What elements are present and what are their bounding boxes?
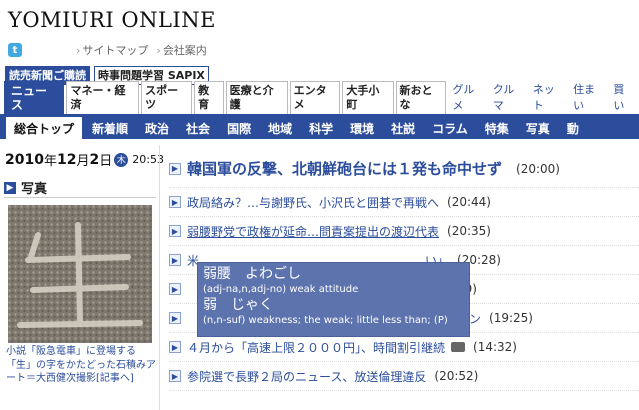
news-title[interactable]: 政局絡み？…与謝野氏、小沢氏と囲碁で再戦へ	[187, 194, 439, 211]
news-item[interactable]: ▶ 韓国軍の反撃、北朝鮮砲台には１発も命中せず (20:00)	[169, 150, 639, 188]
tab-money[interactable]: マネー・経済	[66, 81, 140, 114]
subnav-politics[interactable]: 政治	[145, 120, 169, 137]
bullet-arrow-icon: ▶	[169, 370, 181, 382]
weekday-badge: 木	[114, 152, 129, 167]
featured-photo[interactable]	[8, 205, 152, 343]
subnav-photo[interactable]: 写真	[526, 120, 550, 137]
subnav-science[interactable]: 科学	[309, 120, 333, 137]
column-divider	[159, 145, 160, 410]
arrow-icon: ›	[156, 43, 161, 57]
bullet-arrow-icon: ▶	[169, 162, 181, 175]
news-title[interactable]: 弱腰野党で政権が延命…問責案提出の渡辺代表	[187, 223, 439, 240]
popup-reading: じゃく	[231, 297, 273, 313]
company-info-link[interactable]: 会社案内	[163, 42, 207, 58]
tab-otona[interactable]: 新おとな	[395, 81, 447, 114]
camera-icon	[451, 342, 466, 352]
link-housing[interactable]: 住まい	[573, 82, 605, 114]
popup-entry-1: 弱腰 よわごし	[203, 266, 464, 283]
tab-medical[interactable]: 医療と介護	[225, 81, 288, 114]
news-time: (20:44)	[447, 195, 491, 209]
date-month: 12	[56, 151, 77, 168]
tab-news[interactable]: ニュース	[4, 81, 65, 114]
link-shopping[interactable]: 買い	[613, 82, 635, 114]
link-car[interactable]: クルマ	[493, 82, 525, 114]
news-item[interactable]: ▶ 参院選で長野２局のニュース、放送倫理違反 (20:52)	[169, 362, 639, 391]
tab-sports[interactable]: スポーツ	[141, 81, 193, 114]
tab-entertainment[interactable]: エンタメ	[289, 81, 341, 114]
link-net[interactable]: ネット	[533, 82, 565, 114]
popup-entry-2: 弱じゃく	[203, 297, 464, 314]
date-day: 2	[89, 151, 100, 168]
subnav-column[interactable]: コラム	[432, 120, 468, 137]
news-time: (19:25)	[489, 311, 533, 325]
subnav-editorial[interactable]: 社説	[391, 120, 415, 137]
news-time: (20:35)	[447, 224, 491, 238]
subnav-top[interactable]: 総合トップ	[6, 116, 83, 140]
bullet-arrow-icon: ▶	[169, 341, 181, 353]
popup-word: 弱	[203, 297, 217, 313]
news-item[interactable]: ▶ ４月から「高速上限２０００円」、時間割引継続 (14:32)	[169, 333, 639, 362]
sitemap-link[interactable]: サイトマップ	[82, 42, 148, 58]
sub-nav: 総合トップ 新着順 政治 社会 国際 地域 科学 環境 社説 コラム 特集 写真…	[0, 116, 639, 140]
dictionary-popup: 弱腰 よわごし (adj-na,n,adj-no) weak attitude 弱…	[197, 262, 470, 337]
top-nav: ニュース マネー・経済 スポーツ 教育 医療と介護 エンタメ 大手小町 新おとな…	[4, 81, 639, 114]
popup-word: 弱腰	[203, 266, 231, 282]
date-year: 2010	[5, 151, 44, 168]
link-gourmet[interactable]: グルメ	[452, 82, 484, 114]
news-time: (20:52)	[434, 369, 479, 383]
photo-section-title: 写真	[21, 182, 48, 197]
subnav-video[interactable]: 動	[567, 120, 579, 137]
news-title[interactable]: 韓国軍の反撃、北朝鮮砲台には１発も命中せず	[187, 158, 502, 179]
photo-section-header[interactable]: ▶ 写真	[4, 178, 156, 198]
subnav-environment[interactable]: 環境	[350, 120, 374, 137]
popup-definition: (adj-na,n,adj-no) weak attitude	[203, 284, 359, 295]
news-time: (14:32)	[473, 340, 517, 354]
utility-links: t › サイトマップ › 会社案内	[8, 42, 215, 58]
news-item[interactable]: ▶ 弱腰野党で政権が延命…問責案提出の渡辺代表 (20:35)	[169, 217, 639, 246]
date-display: 2010 年 12 月 2日 木 20:53	[5, 150, 164, 170]
photo-caption[interactable]: 小説「阪急電車」に登場する「生」の字をかたどった石積みアート＝大西健次撮影[記事…	[6, 345, 156, 386]
subnav-world[interactable]: 国際	[227, 120, 251, 137]
bullet-arrow-icon: ▶	[169, 225, 181, 237]
arrow-icon: ›	[76, 43, 81, 57]
bullet-arrow-icon: ▶	[169, 196, 181, 208]
popup-reading: よわごし	[245, 266, 301, 282]
news-item[interactable]: ▶ 政局絡み？…与謝野氏、小沢氏と囲碁で再戦へ (20:44)	[169, 188, 639, 217]
bullet-arrow-icon: ▶	[169, 312, 181, 324]
date-day-unit: 日	[99, 154, 113, 169]
site-logo[interactable]: YOMIURI ONLINE	[8, 8, 216, 32]
news-title[interactable]: 参院選で長野２局のニュース、放送倫理違反	[187, 368, 426, 385]
date-month-unit: 月	[76, 154, 90, 169]
subnav-society[interactable]: 社会	[186, 120, 210, 137]
news-time: (20:00)	[516, 161, 560, 176]
news-title[interactable]: ４月から「高速上限２０００円」、時間割引継続	[187, 339, 445, 356]
bullet-arrow-icon: ▶	[169, 283, 181, 295]
arrow-icon: ▶	[4, 181, 16, 194]
tab-komachi[interactable]: 大手小町	[342, 81, 394, 114]
tab-education[interactable]: 教育	[194, 81, 224, 114]
twitter-icon[interactable]: t	[8, 43, 22, 57]
subnav-feature[interactable]: 特集	[485, 120, 509, 137]
date-year-unit: 年	[43, 154, 57, 169]
subnav-latest[interactable]: 新着順	[92, 120, 128, 137]
popup-definition: (n,n-suf) weakness; the weak; little les…	[203, 315, 448, 326]
bullet-arrow-icon: ▶	[169, 254, 181, 266]
subnav-region[interactable]: 地域	[268, 120, 292, 137]
